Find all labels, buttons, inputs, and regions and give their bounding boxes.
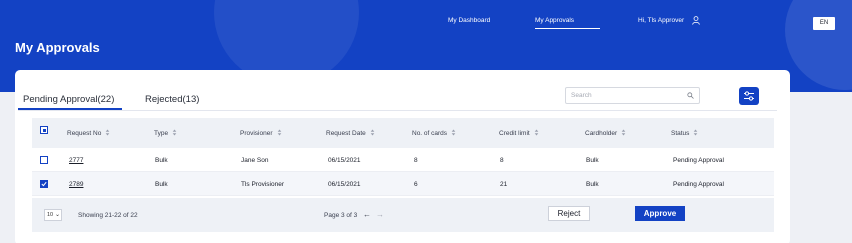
decorative-circle [785,0,852,90]
approve-button[interactable]: Approve [635,206,685,221]
sort-icon [106,129,110,136]
cell-no-of-cards: 6 [414,181,418,188]
column-header-request-date[interactable]: Request Date [326,129,375,137]
column-header-request-no[interactable]: Request No [67,129,110,137]
tab-rejected[interactable]: Rejected(13) [145,94,199,105]
reject-button[interactable]: Reject [548,206,590,221]
table-header: Request No Type Provisioner Request Date… [32,118,774,148]
table-row[interactable]: 2789 Bulk Tls Provisioner 06/15/2021 6 2… [32,172,774,196]
page-info: Page 3 of 3 [324,212,358,219]
request-no-link[interactable]: 2789 [69,181,83,188]
sort-icon [621,129,626,136]
cell-credit-limit: 21 [500,181,508,188]
row-checkbox[interactable] [40,180,48,188]
chevron-down-icon: ⌄ [54,212,60,218]
filter-button[interactable] [739,87,759,105]
cell-no-of-cards: 8 [414,157,418,164]
page-size-value: 10 [47,212,54,218]
cell-credit-limit: 8 [500,157,504,164]
cell-request-date: 06/15/2021 [328,181,361,188]
search-icon[interactable] [687,92,694,99]
select-all-checkbox[interactable] [40,126,48,134]
cell-provisioner: Jane Son [241,157,269,164]
tabs-divider [18,110,777,111]
nav-my-approvals[interactable]: My Approvals [535,17,600,29]
language-button[interactable]: EN [813,17,835,30]
cell-type: Bulk [155,157,168,164]
sort-icon [172,129,177,136]
cell-type: Bulk [155,181,168,188]
column-header-no-of-cards[interactable]: No. of cards [412,129,456,137]
table-footer: 10 ⌄ Showing 21-22 of 22 Page 3 of 3 ← →… [32,198,774,232]
sort-icon [694,129,698,136]
sort-icon [370,129,375,136]
showing-count: Showing 21-22 of 22 [78,212,138,219]
cell-provisioner: Tls Provisioner [241,181,284,188]
nav-my-dashboard[interactable]: My Dashboard [448,17,490,24]
column-header-provisioner[interactable]: Provisioner [240,129,282,137]
next-page-icon[interactable]: → [376,210,384,219]
table-row[interactable]: 2777 Bulk Jane Son 06/15/2021 8 8 Bulk P… [32,148,774,172]
search-box [565,87,700,104]
prev-page-icon[interactable]: ← [363,210,371,219]
cell-status: Pending Approval [673,157,724,164]
sort-icon [451,129,456,136]
page-title: My Approvals [15,40,100,55]
row-checkbox[interactable] [40,156,48,164]
checkmark-icon [41,181,47,187]
sliders-icon [744,91,754,101]
page-size-select[interactable]: 10 ⌄ [44,209,62,221]
sort-icon [277,129,281,136]
column-header-type[interactable]: Type [154,129,177,137]
column-header-status[interactable]: Status [671,129,698,137]
request-no-link[interactable]: 2777 [69,157,83,164]
user-greeting[interactable]: Hi, Tls Approver [638,17,684,24]
column-header-credit-limit[interactable]: Credit limit [499,129,539,137]
approvals-card: Pending Approval(22) Rejected(13) Reques… [15,70,790,243]
sort-icon [534,129,539,136]
search-input[interactable] [571,90,681,101]
user-icon[interactable] [692,16,700,25]
tab-pending-approval[interactable]: Pending Approval(22) [23,94,114,105]
column-header-cardholder[interactable]: Cardholder [585,129,626,137]
cell-cardholder: Bulk [586,157,599,164]
cell-status: Pending Approval [673,181,724,188]
cell-cardholder: Bulk [586,181,599,188]
cell-request-date: 06/15/2021 [328,157,361,164]
